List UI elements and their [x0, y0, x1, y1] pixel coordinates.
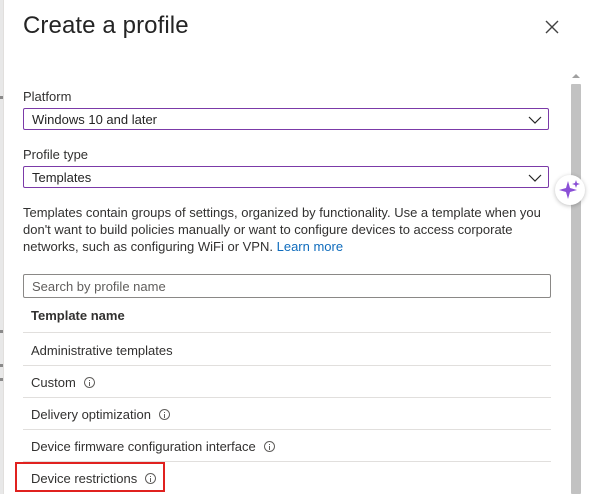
profile-type-dropdown[interactable]: Templates: [23, 166, 549, 188]
scroll-up-button[interactable]: [571, 68, 581, 78]
search-input[interactable]: [24, 275, 550, 297]
table-row[interactable]: Device firmware configuration interface: [23, 430, 551, 461]
close-button[interactable]: [540, 15, 564, 39]
search-box[interactable]: [23, 274, 551, 298]
close-icon: [545, 20, 559, 34]
platform-value: Windows 10 and later: [32, 112, 158, 127]
divider: [23, 332, 551, 333]
chevron-down-icon: [528, 174, 542, 182]
chevron-down-icon: [528, 116, 542, 124]
table-row[interactable]: Delivery optimization: [23, 398, 551, 429]
template-name: Delivery optimization: [31, 407, 151, 422]
templates-description: Templates contain groups of settings, or…: [23, 204, 551, 255]
info-icon[interactable]: [83, 377, 95, 389]
highlight-box: [15, 462, 165, 492]
platform-dropdown[interactable]: Windows 10 and later: [23, 108, 549, 130]
profile-type-label: Profile type: [23, 147, 89, 162]
create-profile-panel: Create a profile Platform Windows 10 and…: [3, 0, 590, 494]
profile-type-value: Templates: [32, 170, 92, 185]
platform-label: Platform: [23, 89, 72, 104]
column-header-template-name: Template name: [31, 308, 125, 323]
info-icon[interactable]: [263, 441, 275, 453]
chevron-up-icon: [572, 74, 580, 78]
table-row[interactable]: Custom: [23, 366, 551, 397]
page-title: Create a profile: [23, 12, 189, 39]
table-row[interactable]: Administrative templates: [23, 334, 551, 365]
template-name: Custom: [31, 375, 76, 390]
template-name: Administrative templates: [31, 343, 173, 358]
learn-more-link[interactable]: Learn more: [277, 239, 343, 254]
scrollbar-thumb[interactable]: [571, 84, 581, 494]
copilot-button[interactable]: [555, 175, 585, 205]
info-icon[interactable]: [158, 409, 170, 421]
sparkle-icon: [559, 180, 580, 199]
template-name: Device firmware configuration interface: [31, 439, 256, 454]
